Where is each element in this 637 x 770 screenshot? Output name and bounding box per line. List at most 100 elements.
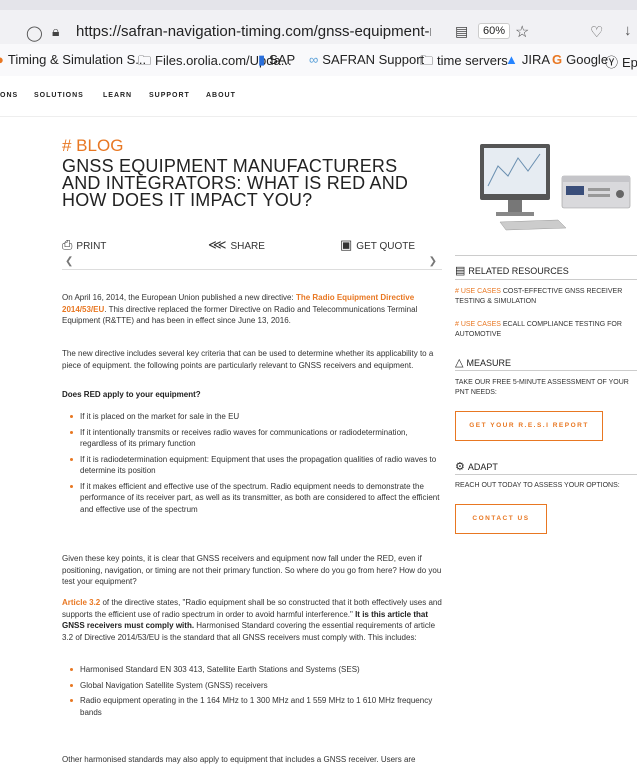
sap-icon: ▮ — [258, 52, 266, 67]
criteria-intro-paragraph: The new directive includes several key c… — [62, 349, 434, 370]
conclusion-paragraph: Given these key points, it is clear that… — [62, 554, 442, 586]
bookmark-label: JIRA — [521, 52, 551, 67]
get-resi-report-button[interactable]: GET YOUR R.E.S.I REPORT — [455, 411, 603, 441]
bookmark-label: Timing & Simulation S... — [7, 52, 147, 67]
article-toolbar: ⎙ PRINT ⋘ SHARE ▣ GET QUOTE ❮ ❯ — [62, 231, 442, 270]
bookmark-label: SAP — [269, 52, 296, 67]
product-image — [480, 144, 631, 231]
site-nav: ONS SOLUTIONS LEARN SUPPORT ABOUT — [0, 76, 637, 117]
zoom-level[interactable]: 60% — [478, 23, 511, 39]
nav-item-ons[interactable]: ONS — [0, 92, 18, 99]
blog-tag[interactable]: # BLOG — [62, 136, 123, 156]
related-item[interactable]: # USE CASES ECALL COMPLIANCE TESTING FOR… — [455, 320, 637, 340]
printer-icon: ⎙ — [62, 237, 73, 252]
site-icon: ● — [0, 52, 4, 67]
bookmark-google[interactable]: G Google — [552, 52, 608, 67]
nav-item-solutions[interactable]: SOLUTIONS — [34, 92, 84, 99]
adapt-text: REACH OUT TODAY TO ASSESS YOUR OPTIONS: — [455, 482, 620, 489]
use-cases-tag: # USE CASES — [455, 288, 501, 295]
nav-item-support[interactable]: SUPPORT — [149, 92, 190, 99]
safran-icon: ∞ — [309, 52, 319, 67]
measure-text: TAKE OUR FREE 5-MINUTE ASSESSMENT OF YOU… — [455, 379, 629, 396]
other-standards-paragraph: Other harmonised standards may also appl… — [62, 755, 416, 764]
list-item: If it makes efficient and effective use … — [70, 481, 442, 516]
article-3-2-paragraph: Article 3.2 of the directive states, "Ra… — [62, 597, 442, 643]
bookmark-label: Google — [566, 52, 609, 67]
folder-icon: 🗀︎ — [138, 53, 152, 68]
gear-icon: ⚙ — [455, 461, 465, 473]
scroll-right-icon[interactable]: ❯ — [429, 256, 437, 267]
measure-heading: △ MEASURE — [455, 356, 511, 369]
folder-icon: 🗀︎ — [420, 53, 434, 68]
bookmark-sap[interactable]: ▮ SAP — [258, 52, 295, 68]
sidebar-divider — [455, 370, 637, 371]
sidebar-divider — [455, 474, 637, 475]
bookmark-star-icon[interactable]: ☆ — [515, 22, 529, 42]
bookmark-label: time servers — [437, 53, 508, 68]
intro-paragraph: On April 16, 2014, the European Union pu… — [62, 292, 442, 327]
list-item: If it is radiodetermination equipment: E… — [70, 454, 442, 477]
list-item: If it intentionally transmits or receive… — [70, 427, 442, 450]
red-question-heading: Does RED apply to your equipment? — [62, 390, 201, 399]
intro-text-b: . This directive replaced the former Dir… — [62, 304, 418, 326]
document-icon: ▤ — [455, 265, 466, 277]
google-icon: G — [552, 52, 563, 67]
measure-icon: △ — [455, 357, 464, 369]
download-icon[interactable]: ↓ — [624, 22, 632, 39]
simulator-display — [566, 186, 584, 195]
bookmark-time-servers[interactable]: 🗀︎ time servers — [420, 52, 508, 74]
share-icon: ⋘ — [208, 237, 227, 252]
reader-view-icon[interactable]: ▤ — [455, 23, 468, 40]
address-bar[interactable]: https://safran-navigation-timing.com/gns… — [76, 23, 431, 40]
scroll-left-icon[interactable]: ❮ — [65, 256, 73, 267]
standards-list: Harmonised Standard EN 303 413, Satellit… — [70, 664, 442, 722]
bookmark-epoch[interactable]: ⓎEpoch — [605, 52, 637, 71]
bookmark-label: Epoch — [622, 55, 637, 70]
sidebar-divider — [455, 279, 637, 280]
nav-item-learn[interactable]: LEARN — [103, 92, 132, 99]
adapt-heading: ⚙ ADAPT — [455, 460, 498, 473]
monitor-screen — [484, 148, 546, 194]
bookmarks-bar: ●Timing & Simulation S... 🗀︎Files.orolia… — [0, 44, 637, 76]
bookmark-label: SAFRAN Support — [322, 52, 425, 67]
sidebar-divider — [455, 255, 637, 256]
print-label: PRINT — [76, 241, 107, 252]
related-resources-heading: ▤ RELATED RESOURCES — [455, 264, 569, 277]
adapt-title: ADAPT — [467, 462, 498, 472]
list-item: Global Navigation Satellite System (GNSS… — [70, 680, 442, 692]
list-item: Radio equipment operating in the 1 164 M… — [70, 695, 442, 718]
related-item[interactable]: # USE CASES COST-EFFECTIVE GNSS RECEIVER… — [455, 287, 637, 307]
tab-strip — [0, 0, 637, 10]
share-button[interactable]: ⋘ SHARE — [208, 237, 265, 253]
pocket-icon[interactable]: ♡ — [590, 23, 603, 41]
bookmark-jira[interactable]: ▲ JIRA — [505, 52, 550, 67]
monitor-base — [496, 212, 534, 216]
criteria-list: If it is placed on the market for sale i… — [70, 411, 442, 519]
use-cases-tag: # USE CASES — [455, 321, 501, 328]
epoch-icon: Ⓨ — [605, 55, 619, 70]
bookmark-safran-support[interactable]: ∞ SAFRAN Support — [309, 52, 424, 67]
keyboard — [499, 219, 567, 231]
get-quote-button[interactable]: ▣ GET QUOTE — [340, 237, 415, 253]
contact-us-button[interactable]: CONTACT US — [455, 504, 547, 534]
measure-title: MEASURE — [466, 358, 511, 368]
jira-icon: ▲ — [505, 52, 518, 67]
bookmark-timing-simulation[interactable]: ●Timing & Simulation S... — [0, 52, 146, 67]
simulator-top — [562, 176, 630, 182]
list-item: Harmonised Standard EN 303 413, Satellit… — [70, 664, 442, 676]
page-title: GNSS EQUIPMENT MANUFACTURERS AND INTEGRA… — [62, 156, 409, 210]
list-item: If it is placed on the market for sale i… — [70, 411, 442, 423]
shield-icon[interactable]: ◯ — [26, 24, 43, 42]
lock-icon[interactable]: 🔒︎ — [52, 23, 59, 40]
related-resources-title: RELATED RESOURCES — [468, 266, 569, 276]
simulator-buttons — [588, 194, 610, 197]
article-3-2-link[interactable]: Article 3.2 — [62, 598, 100, 607]
monitor-stand — [508, 200, 522, 212]
intro-text-a: On April 16, 2014, the European Union pu… — [62, 293, 296, 302]
browser-toolbar: ◯ 🔒︎ https://safran-navigation-timing.co… — [0, 0, 637, 44]
simulator-buttons — [588, 188, 610, 191]
simulator-knob — [616, 190, 624, 198]
share-label: SHARE — [230, 241, 265, 252]
nav-item-about[interactable]: ABOUT — [206, 92, 236, 99]
print-button[interactable]: ⎙ PRINT — [62, 237, 106, 253]
